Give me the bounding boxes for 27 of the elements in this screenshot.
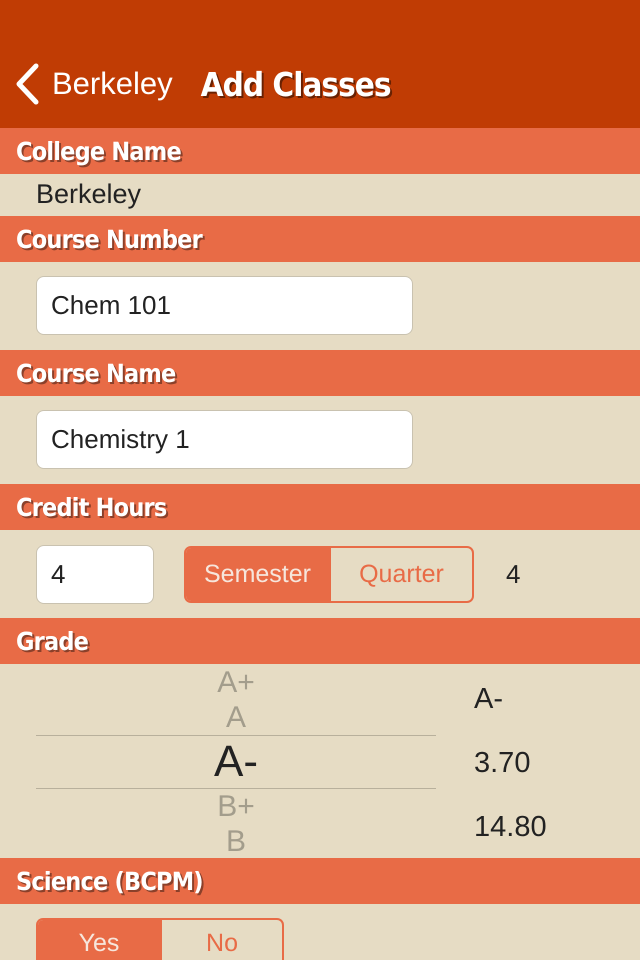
picker-option[interactable]: A- bbox=[36, 735, 436, 789]
section-header: Grade bbox=[0, 618, 640, 664]
screen-title: Add Classes bbox=[200, 64, 391, 104]
section-header: Course Name bbox=[0, 350, 640, 396]
back-button[interactable]: Berkeley bbox=[14, 63, 173, 105]
grade-picker[interactable]: A+ A A- B+ B bbox=[36, 664, 436, 858]
segment-button[interactable]: Yes bbox=[38, 920, 160, 960]
grade-result: A- bbox=[474, 682, 504, 717]
segment-button[interactable]: Semester bbox=[186, 548, 329, 600]
credit-value: 4 bbox=[506, 558, 520, 590]
input-field[interactable]: Chemistry 1 bbox=[36, 410, 413, 469]
grade-result: 14.80 bbox=[474, 810, 547, 845]
section-header: Credit Hours bbox=[0, 484, 640, 530]
section-header: College Name bbox=[0, 128, 640, 174]
picker-option[interactable]: B bbox=[226, 824, 246, 858]
segment-button[interactable]: Quarter bbox=[329, 548, 472, 600]
picker-option[interactable]: A bbox=[226, 700, 246, 735]
college-name-value: Berkeley bbox=[36, 178, 142, 210]
section-header: Course Number bbox=[0, 216, 640, 262]
segment-button[interactable]: No bbox=[160, 920, 282, 960]
input-field[interactable]: 4 bbox=[36, 544, 154, 604]
grade-result: 3.70 bbox=[474, 746, 532, 781]
section-header: Science (BCPM) bbox=[0, 858, 640, 904]
picker-option[interactable]: A+ bbox=[217, 665, 255, 700]
picker-option[interactable]: B+ bbox=[217, 789, 255, 824]
chevron-left-icon bbox=[14, 63, 40, 105]
input-field[interactable]: Chem 101 bbox=[36, 276, 413, 335]
